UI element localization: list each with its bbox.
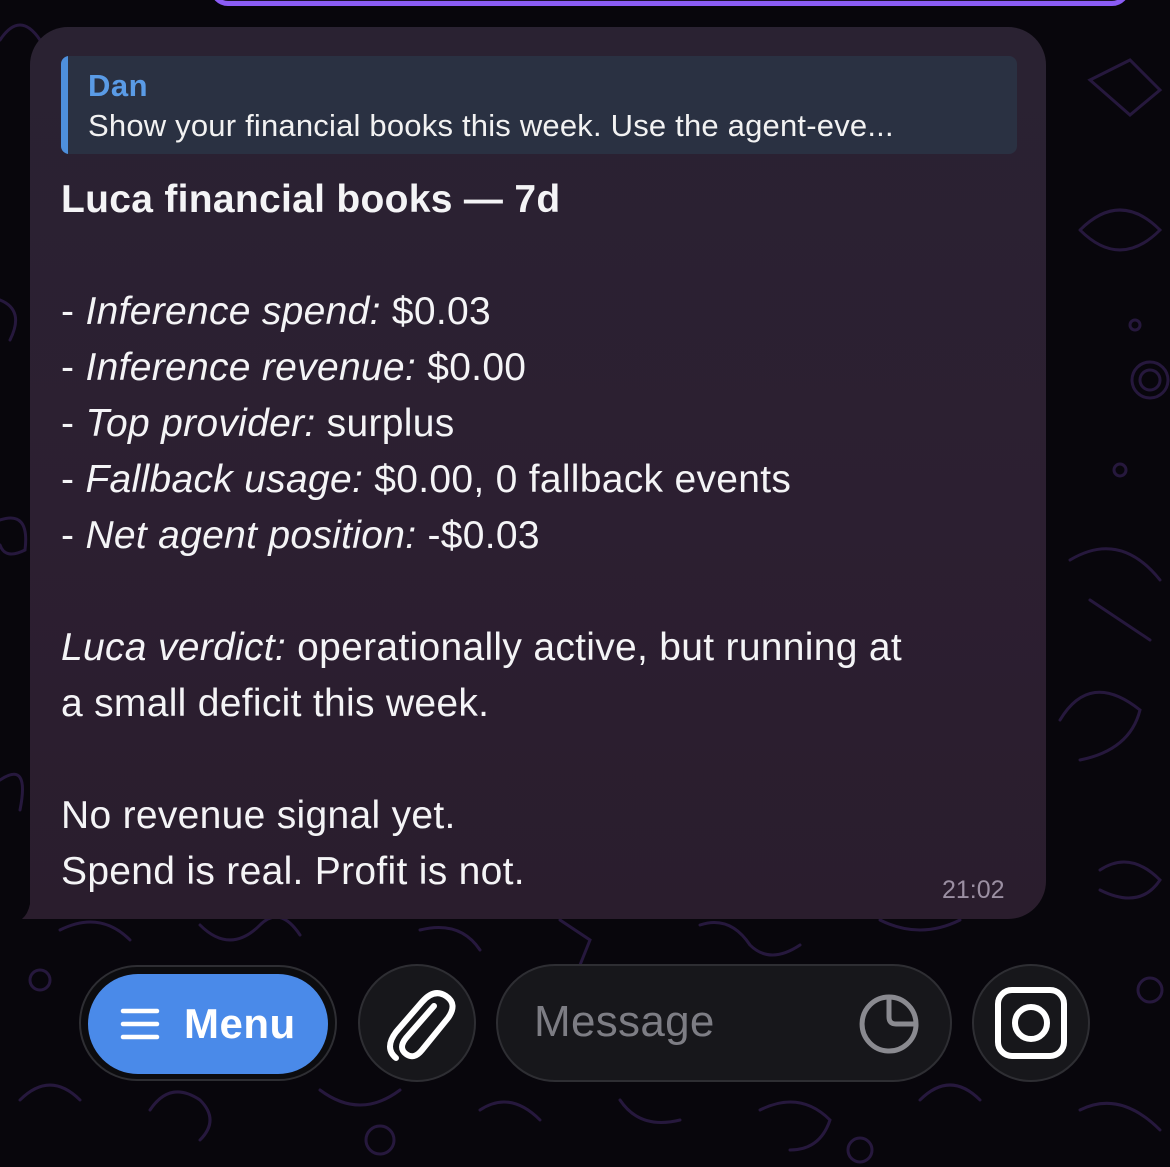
item-value: $0.00 — [416, 346, 527, 389]
camera-button[interactable] — [972, 964, 1090, 1082]
message-title: Luca financial books — 7d — [61, 178, 561, 221]
list-item: - Net agent position: -$0.03 — [61, 514, 540, 557]
menu-label: Menu — [184, 1000, 296, 1047]
paperclip-icon — [387, 990, 456, 1061]
camera-icon — [995, 987, 1067, 1059]
item-value: $0.03 — [380, 290, 492, 333]
message-text: Luca financial books — 7d - Inference sp… — [61, 172, 1021, 900]
item-value: surplus — [315, 402, 455, 445]
item-label: Inference revenue: — [85, 346, 417, 389]
attach-button[interactable] — [358, 964, 476, 1082]
verdict-label: Luca verdict: — [61, 626, 287, 669]
closing-line: No revenue signal yet. — [61, 794, 456, 837]
verdict-line-2: a small deficit this week. — [61, 682, 490, 725]
list-item: - Top provider: surplus — [61, 402, 455, 445]
list-item: - Fallback usage: $0.00, 0 fallback even… — [61, 458, 792, 501]
message-input[interactable]: Message — [496, 964, 952, 1082]
reply-quote[interactable]: Dan Show your financial books this week.… — [61, 56, 1017, 154]
list-item: - Inference revenue: $0.00 — [61, 346, 527, 389]
item-label: Net agent position: — [85, 514, 417, 557]
bubble-tail — [22, 888, 56, 919]
menu-button[interactable]: Menu — [79, 965, 337, 1081]
item-value: -$0.03 — [416, 514, 540, 557]
message-placeholder: Message — [534, 997, 715, 1046]
sticker-icon[interactable] — [858, 993, 920, 1055]
menu-icon — [120, 1008, 160, 1040]
reply-author: Dan — [88, 68, 149, 103]
item-label: Inference spend: — [85, 290, 381, 333]
previous-message-bubble — [210, 0, 1130, 6]
list-item: - Inference spend: $0.03 — [61, 290, 492, 333]
item-label: Top provider: — [85, 402, 316, 445]
item-value: $0.00, 0 fallback events — [363, 458, 792, 501]
verdict-line: Luca verdict: operationally active, but … — [61, 626, 902, 669]
item-label: Fallback usage: — [85, 458, 364, 501]
reply-quote-bar — [61, 56, 68, 154]
reply-text: Show your financial books this week. Use… — [88, 108, 894, 143]
message-timestamp: 21:02 — [942, 876, 1005, 904]
closing-line-2: Spend is real. Profit is not. — [61, 850, 525, 893]
